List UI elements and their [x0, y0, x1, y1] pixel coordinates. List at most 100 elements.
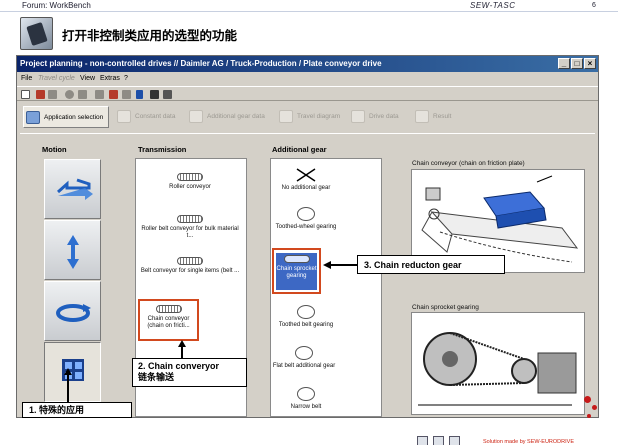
list-item-belt-conveyor[interactable]: Belt conveyor for single items (belt ... — [140, 257, 240, 275]
nav-home-icon[interactable] — [433, 436, 444, 445]
list-item-chain-sprocket[interactable]: Chain sprocket gearing — [272, 248, 321, 294]
application-selection-content: Motion Transmission Roller conveyor Roll… — [20, 133, 595, 417]
drive-data-icon — [351, 110, 365, 123]
flat-belt-icon — [295, 346, 313, 360]
horizontal-arrows-icon — [57, 178, 93, 200]
callout-special-application: 1. 特殊的应用 — [22, 402, 132, 418]
callout-chain-conveyor: 2. Chain converyor 链条输送 — [132, 358, 247, 387]
brand-label: SEW-TASC — [470, 1, 516, 10]
red-dot-tiny-icon — [587, 414, 591, 418]
vertical-arrows-icon — [67, 235, 79, 269]
menubar: File Travel cycle View Extras ? — [17, 73, 598, 85]
tool-drive-icon[interactable] — [109, 90, 118, 99]
callout-3-arrow-head-icon — [323, 261, 331, 269]
tool-red-icon[interactable] — [36, 90, 45, 99]
step-travel-diagram[interactable]: Travel diagram — [277, 106, 343, 128]
callout-chain-reduction-gear: 3. Chain reducton gear — [357, 255, 505, 274]
additional-gear-heading: Additional gear — [272, 145, 327, 154]
workbench-logo-icon — [20, 17, 53, 50]
callout-2-arrow-head-icon — [178, 340, 186, 347]
forum-label: Forum: WorkBench — [22, 1, 91, 10]
list-item-chain-conveyor[interactable]: Chain conveyor (chain on fricti... — [138, 299, 199, 341]
gear-data-icon — [189, 110, 203, 123]
conveyor-diagram-caption: Chain conveyor (chain on friction plate) — [412, 160, 525, 167]
tool-hammer-icon[interactable] — [95, 90, 104, 99]
callout-3-arrow-line — [330, 264, 357, 266]
tool-table-icon[interactable] — [150, 90, 159, 99]
tool-export-icon[interactable] — [122, 90, 131, 99]
roller-belt-icon — [177, 215, 203, 223]
step-drive-data[interactable]: Drive data — [349, 106, 407, 128]
motion-rotary-button[interactable] — [44, 281, 101, 341]
maximize-button[interactable]: □ — [571, 58, 583, 69]
list-item-roller-conveyor[interactable]: Roller conveyor — [140, 173, 240, 191]
wizard-steps: Application selection Constant data Addi… — [17, 104, 598, 130]
callout-chain-conveyor-line1: 2. Chain converyor — [138, 361, 220, 371]
sprocket-diagram-caption: Chain sprocket gearing — [412, 304, 479, 311]
list-item-toothed-belt[interactable]: Toothed belt gearing — [256, 305, 356, 329]
list-item-toothed-wheel[interactable]: Toothed-wheel gearing — [256, 207, 356, 231]
toothed-belt-icon — [297, 305, 315, 319]
application-icon — [26, 111, 40, 124]
menu-file[interactable]: File — [21, 75, 32, 82]
nav-next-icon[interactable] — [449, 436, 460, 445]
footer-nav — [417, 436, 477, 445]
menu-help[interactable]: ? — [124, 75, 128, 82]
project-planning-window: Project planning - non-controlled drives… — [16, 55, 599, 418]
step-constant-data[interactable]: Constant data — [115, 106, 181, 128]
slide-title: 打开非控制类应用的选型的功能 — [62, 29, 238, 43]
motion-special-button[interactable] — [44, 342, 101, 402]
motion-vertical-button[interactable] — [44, 220, 101, 280]
step-result[interactable]: Result — [413, 106, 459, 128]
list-item-narrow-belt[interactable]: Narrow belt — [256, 387, 356, 411]
roller-conveyor-icon — [177, 173, 203, 181]
travel-diagram-icon — [279, 110, 293, 123]
toothed-wheel-icon — [297, 207, 315, 221]
page-number: 6 — [592, 2, 596, 9]
callout-1-arrow-head-icon — [64, 368, 72, 375]
motion-heading: Motion — [42, 145, 67, 154]
footer-solution-text: Solution made by SEW-EURODRIVE — [483, 439, 574, 445]
tool-pencil-icon[interactable] — [78, 90, 87, 99]
window-titlebar: Project planning - non-controlled drives… — [17, 56, 598, 72]
slide: Forum: WorkBench SEW-TASC 6 打开非控制类应用的选型的… — [0, 0, 618, 445]
result-icon — [415, 110, 429, 123]
chain-conveyor-icon — [155, 305, 182, 313]
close-button[interactable]: × — [584, 58, 596, 69]
toolbar — [17, 86, 598, 101]
step-application-selection[interactable]: Application selection — [23, 106, 109, 128]
narrow-belt-icon — [297, 387, 315, 401]
tool-chart-icon[interactable] — [163, 90, 172, 99]
chain-sprocket-diagram — [411, 312, 585, 415]
minimize-button[interactable]: _ — [558, 58, 570, 69]
transmission-heading: Transmission — [138, 145, 187, 154]
list-item-roller-belt-conveyor[interactable]: Roller belt conveyor for bulk material t… — [140, 215, 240, 240]
special-application-icon — [62, 359, 84, 381]
motion-horizontal-button[interactable] — [44, 159, 101, 219]
menu-view[interactable]: View — [80, 75, 95, 82]
chain-sprocket-illustration-icon — [418, 332, 577, 406]
slide-header-bar: Forum: WorkBench SEW-TASC 6 — [0, 0, 618, 12]
belt-conveyor-icon — [177, 257, 203, 265]
additional-gear-list: No additional gear Toothed-wheel gearing… — [270, 158, 382, 417]
chain-sprocket-icon — [283, 255, 310, 263]
no-gear-cross-icon — [296, 168, 316, 182]
menu-extras[interactable]: Extras — [100, 75, 120, 82]
menu-travel-cycle[interactable]: Travel cycle — [38, 75, 75, 82]
tool-gray-icon[interactable] — [48, 90, 57, 99]
callout-chain-conveyor-line2: 链条输送 — [138, 372, 175, 382]
new-document-icon[interactable] — [21, 90, 30, 99]
tool-info-icon[interactable] — [136, 90, 143, 99]
callout-1-arrow-line — [67, 374, 69, 402]
step-additional-gear-data[interactable]: Additional gear data — [187, 106, 271, 128]
zoom-icon[interactable] — [65, 90, 74, 99]
red-dot-icon — [584, 396, 591, 403]
window-title: Project planning - non-controlled drives… — [20, 59, 382, 68]
constant-data-icon — [117, 110, 131, 123]
callout-2-arrow-line — [181, 346, 183, 358]
list-item-flat-belt[interactable]: Flat belt additional gear — [256, 346, 352, 370]
rotary-arrows-icon — [56, 304, 91, 322]
list-item-no-gear[interactable]: No additional gear — [256, 167, 356, 192]
red-dot-small-icon — [592, 405, 597, 410]
nav-prev-icon[interactable] — [417, 436, 428, 445]
